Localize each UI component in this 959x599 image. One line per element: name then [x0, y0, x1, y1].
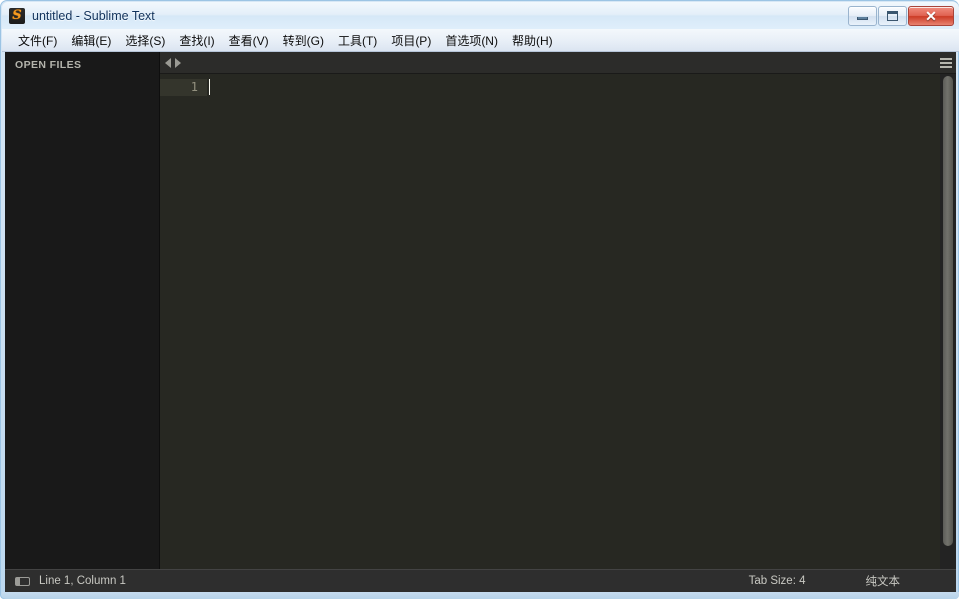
triangle-right-icon[interactable] — [175, 57, 181, 68]
title-bar-left: S untitled - Sublime Text — [2, 7, 848, 24]
close-icon: ✕ — [925, 7, 937, 24]
line-number-gutter: 1 — [160, 74, 207, 569]
sidebar-open-files-list[interactable] — [5, 71, 159, 75]
sidebar-toggle-icon[interactable] — [15, 576, 30, 586]
menu-bar: 文件(F) 编辑(E) 选择(S) 查找(I) 查看(V) 转到(G) 工具(T… — [2, 29, 959, 52]
sidebar-section-open-files: OPEN FILES — [15, 59, 82, 71]
status-bar: Line 1, Column 1 Tab Size: 4 纯文本 — [5, 569, 956, 592]
editor-column: 1 — [160, 52, 956, 569]
sidebar: OPEN FILES — [5, 52, 160, 569]
title-bar: S untitled - Sublime Text ✕ — [2, 2, 959, 29]
menu-item-tools[interactable]: 工具(T) — [331, 29, 384, 52]
menu-item-project[interactable]: 项目(P) — [384, 29, 438, 52]
minimize-icon — [857, 16, 868, 20]
scrollbar-thumb[interactable] — [943, 76, 953, 546]
window-controls: ✕ — [848, 5, 959, 26]
application-window: S untitled - Sublime Text ✕ 文件(F) 编辑(E) … — [0, 0, 959, 599]
menu-item-edit[interactable]: 编辑(E) — [64, 29, 118, 52]
status-bar-right: Tab Size: 4 纯文本 — [749, 573, 948, 589]
menu-item-find[interactable]: 查找(I) — [172, 29, 221, 52]
code-editing-surface[interactable] — [207, 74, 940, 569]
window-frame-bottom-edge — [2, 592, 959, 599]
close-button[interactable]: ✕ — [908, 5, 954, 26]
menu-item-file[interactable]: 文件(F) — [11, 29, 64, 52]
editor-vertical-scrollbar[interactable] — [940, 74, 956, 569]
maximize-icon — [887, 10, 898, 21]
menu-item-help[interactable]: 帮助(H) — [505, 29, 560, 52]
menu-item-preferences[interactable]: 首选项(N) — [438, 29, 505, 52]
hamburger-line-3 — [940, 65, 952, 68]
text-caret — [209, 79, 210, 95]
minimize-button[interactable] — [848, 5, 877, 26]
editor-area[interactable]: 1 — [160, 74, 956, 569]
tab-bar — [160, 52, 956, 74]
syntax-mode-status[interactable]: 纯文本 — [866, 573, 901, 589]
tab-scroll-controls — [165, 57, 181, 68]
sublime-text-logo-icon: S — [9, 7, 25, 24]
gutter-line-number: 1 — [160, 79, 207, 96]
main-content-area: OPEN FILES 1 — [5, 52, 956, 569]
hamburger-line-1 — [940, 57, 952, 60]
hamburger-menu-icon[interactable] — [940, 57, 952, 68]
triangle-left-icon[interactable] — [165, 57, 171, 68]
menu-item-selection[interactable]: 选择(S) — [118, 29, 172, 52]
hamburger-line-2 — [940, 61, 952, 64]
maximize-button[interactable] — [878, 5, 907, 26]
menu-item-view[interactable]: 查看(V) — [222, 29, 276, 52]
window-title: untitled - Sublime Text — [32, 8, 155, 23]
menu-item-goto[interactable]: 转到(G) — [276, 29, 331, 52]
status-bar-left: Line 1, Column 1 — [15, 575, 749, 587]
cursor-position-status: Line 1, Column 1 — [39, 575, 126, 587]
tab-size-status[interactable]: Tab Size: 4 — [749, 575, 806, 587]
logo-s-glyph: S — [12, 7, 22, 23]
